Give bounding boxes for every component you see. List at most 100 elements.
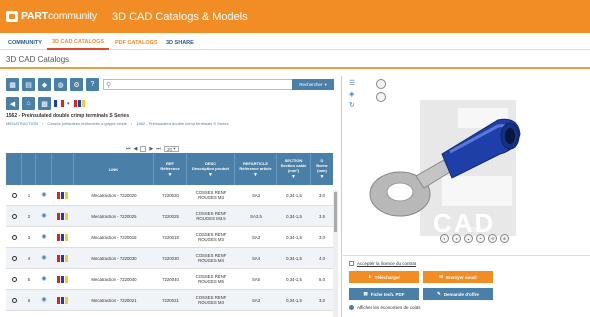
view-side-icon[interactable]: ◒ [464,234,473,243]
last-page-icon[interactable]: ⏭ [156,146,161,152]
cell-cad: ◉ [36,227,52,247]
tab-3d-share[interactable]: 3D SHARE [161,35,199,50]
pdf-datasheet-button[interactable]: ▤ Fiche tech. PDF [349,288,419,300]
tab-pdf-catalogs[interactable]: PDF CATALOGS [110,35,163,50]
view-measure-icon[interactable]: ⊕ [500,234,509,243]
tags-icon[interactable]: ◆ [38,78,51,91]
back-arrow-icon[interactable]: ◀ [6,97,19,110]
cad-icon[interactable]: ◉ [41,276,46,282]
row-radio[interactable] [11,192,17,198]
col-header-desc[interactable]: DESC Description produit ▼ [187,153,235,185]
download-button[interactable]: ⬇ Télécharger [349,271,419,283]
col-header-refarticle[interactable]: REFARTICLE Référence article ▼ [235,153,277,185]
request-quote-button[interactable]: ✎ Demande d'offre [423,288,493,300]
catalog-list-icon[interactable]: ▦ [6,78,19,91]
first-page-icon[interactable]: ⏮ [126,146,131,152]
cad-icon[interactable]: ◉ [41,213,46,219]
globe-icon[interactable]: ◍ [54,78,67,91]
cell-link[interactable]: Mecatraction - 7220018 [74,227,154,247]
cell-cad: ◉ [36,290,52,310]
product-thumbnail-icon [56,275,70,284]
catalog-logo-icon[interactable]: ▩ [38,97,51,110]
partcommunity-logo[interactable]: PARTcommunity [6,10,97,22]
fit-view-icon[interactable] [376,92,386,102]
request-quote-label: Demande d'offre [443,291,480,297]
filter-icon[interactable]: ▼ [208,172,213,178]
license-checkbox[interactable] [349,261,354,266]
cell-link[interactable]: Mecatraction - 7220040 [74,269,154,289]
tab-3d-cad-catalogs[interactable]: 3D CAD CATALOGS [47,35,110,50]
view-iso-icon[interactable]: ◓ [476,234,485,243]
settings-icon[interactable]: ⚙ [70,78,83,91]
table-row[interactable]: 1 ◉ Mecatraction - 7220020 7220020 COSSES RE… [6,185,333,206]
col-label: LINK [108,166,119,172]
cad-icon[interactable]: ◉ [41,255,46,261]
row-radio[interactable] [11,255,17,261]
filter-icon[interactable]: ▼ [168,172,173,178]
filter-icon[interactable]: ▼ [320,175,325,180]
table-row[interactable]: 4 ◉ Mecatraction - 7220030 7220030 COSSES RE… [6,248,333,269]
cad-icon[interactable]: ◉ [41,297,46,303]
breadcrumb-item[interactable]: Cosses préisolées renforcées à grippe ro… [47,121,127,126]
breadcrumb-item[interactable]: MÉGATRACTION [6,121,38,126]
tab-community[interactable]: COMMUNITY [3,35,47,50]
home-icon[interactable]: ⌂ [22,97,35,110]
cell-link[interactable]: Mecatraction - 7220020 [74,185,154,205]
cell-section: 0,34-1,5 [286,276,302,282]
ring-terminal-3d-model[interactable] [366,116,526,226]
menu-icon[interactable]: ☰ [349,79,357,87]
next-page-icon[interactable]: ▶ [149,146,153,152]
cell-index: 1 [27,192,31,198]
send-email-button[interactable]: ✉ Envoyer email [423,271,493,283]
cell-cad: ◉ [36,206,52,226]
row-radio[interactable] [11,234,17,240]
col-header-link[interactable]: LINK [74,153,154,185]
pdf-datasheet-label: Fiche tech. PDF [370,291,405,297]
row-radio[interactable] [11,213,17,219]
page-size-select[interactable]: 20 ▾ [163,146,179,152]
table-row[interactable]: 2 ◉ Mecatraction - 7220025 7220025 COSSES RE… [6,206,333,227]
breadcrumb-item[interactable]: 1562 - Preinsulated double crimp termina… [136,121,228,126]
download-label: Télécharger [374,274,401,280]
view-top-icon[interactable]: ◑ [452,234,461,243]
search-button[interactable]: Rechercher ▾ [292,79,334,90]
rotate-icon[interactable]: ↻ [349,101,357,109]
table-row[interactable]: 5 ◉ Mecatraction - 7220040 7220040 COSSES RE… [6,269,333,290]
cell-select [6,269,22,289]
cell-link[interactable]: Mecatraction - 7220021 [74,290,154,310]
cell-ref: 7220018 [162,234,179,240]
catalog-table-icon[interactable]: ▤ [22,78,35,91]
cell-refarticle: SA3 [251,192,261,198]
table-row[interactable]: 6 ◉ Mecatraction - 7220021 7220021 COSSES RE… [6,290,333,311]
license-text[interactable]: Accepter la licence du contrat [357,261,416,266]
col-header-ref[interactable]: REF Référence ▼ [154,153,187,185]
table-scrollbar-thumb[interactable] [334,192,337,232]
cad-icon[interactable]: ◉ [41,234,46,240]
language-chevron-icon[interactable]: ▾ [67,101,70,107]
cell-refarticle: SA3 [251,297,261,303]
table-body: 1 ◉ Mecatraction - 7220020 7220020 COSSES RE… [6,185,333,311]
desc-line: ROUGES M3 [198,300,224,305]
page-number-input[interactable] [140,146,147,152]
cell-link[interactable]: Mecatraction - 7220025 [74,206,154,226]
filter-icon[interactable]: ▼ [291,175,296,180]
row-radio[interactable] [11,297,17,303]
col-header-section[interactable]: SECTION Section cable (mm²) ▼ [277,153,311,185]
cost-savings-link[interactable]: Afficher les économies de coûts [357,305,420,310]
cell-index: 2 [27,213,31,219]
row-radio[interactable] [11,276,17,282]
view-cube-icon[interactable] [376,79,386,89]
help-icon[interactable]: ? [86,78,99,91]
french-flag-icon[interactable] [54,100,64,107]
filter-icon[interactable]: ▼ [253,172,258,178]
prev-page-icon[interactable]: ◀ [134,146,138,152]
cell-link[interactable]: Mecatraction - 7220030 [74,248,154,268]
product-thumbnail-icon [56,212,70,221]
view-reset-icon[interactable]: ⟲ [488,234,497,243]
view-front-icon[interactable]: ◐ [440,234,449,243]
search-input[interactable]: ⚲ [103,79,293,90]
layers-icon[interactable]: ◈ [349,90,357,98]
cad-icon[interactable]: ◉ [41,192,46,198]
table-row[interactable]: 3 ◉ Mecatraction - 7220018 7220018 COSSES RE… [6,227,333,248]
col-header-d[interactable]: D Borne (mm) ▼ [311,153,333,185]
